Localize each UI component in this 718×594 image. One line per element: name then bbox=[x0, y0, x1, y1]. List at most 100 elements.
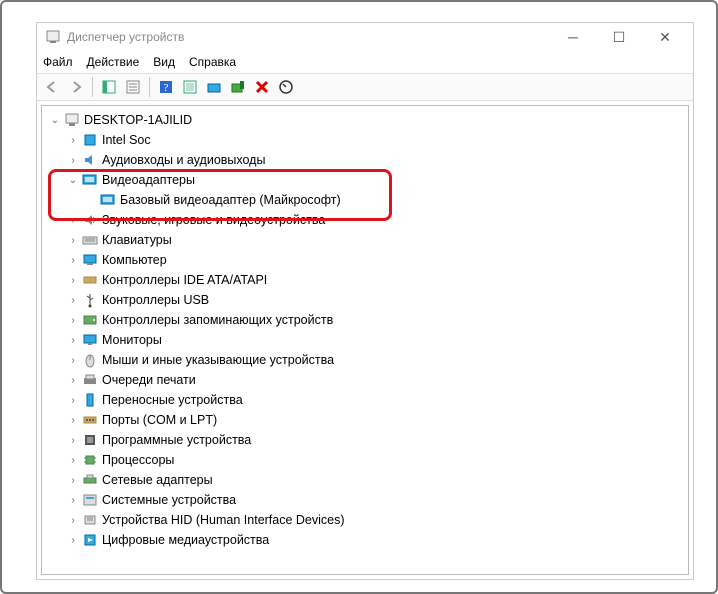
computer-icon bbox=[64, 112, 80, 128]
tree-item-ide[interactable]: › Контроллеры IDE ATA/ATAPI bbox=[48, 270, 682, 290]
toolbar: ? bbox=[37, 73, 693, 101]
display-adapter-icon bbox=[100, 192, 116, 208]
update-driver-button[interactable] bbox=[203, 76, 225, 98]
ports-icon bbox=[82, 412, 98, 428]
tree-item-portable[interactable]: › Переносные устройства bbox=[48, 390, 682, 410]
expand-icon[interactable]: › bbox=[66, 155, 80, 166]
show-hide-tree-button[interactable] bbox=[98, 76, 120, 98]
software-icon bbox=[82, 432, 98, 448]
expand-icon[interactable]: › bbox=[66, 335, 80, 346]
menu-action[interactable]: Действие bbox=[87, 55, 140, 69]
expand-icon[interactable]: › bbox=[66, 235, 80, 246]
expand-icon[interactable]: › bbox=[66, 215, 80, 226]
tree-item-usb[interactable]: › Контроллеры USB bbox=[48, 290, 682, 310]
forward-button[interactable] bbox=[65, 76, 87, 98]
tree-item-video-adapters[interactable]: ⌄ Видеоадаптеры bbox=[48, 170, 682, 190]
usb-icon bbox=[82, 292, 98, 308]
keyboard-icon bbox=[82, 232, 98, 248]
tree-root[interactable]: ⌄ DESKTOP-1AJILID bbox=[48, 110, 682, 130]
tree-item-processors[interactable]: › Процессоры bbox=[48, 450, 682, 470]
back-button[interactable] bbox=[41, 76, 63, 98]
tree-label: Компьютер bbox=[102, 253, 167, 267]
app-icon bbox=[45, 29, 61, 45]
tree-item-mice[interactable]: › Мыши и иные указывающие устройства bbox=[48, 350, 682, 370]
speaker-icon bbox=[82, 212, 98, 228]
collapse-icon[interactable]: ⌄ bbox=[66, 175, 80, 186]
uninstall-button[interactable] bbox=[227, 76, 249, 98]
svg-text:?: ? bbox=[164, 82, 169, 94]
tree-label: Контроллеры IDE ATA/ATAPI bbox=[102, 273, 267, 287]
expand-icon[interactable]: › bbox=[66, 435, 80, 446]
close-button[interactable]: ✕ bbox=[651, 29, 679, 46]
network-icon bbox=[82, 472, 98, 488]
portable-icon bbox=[82, 392, 98, 408]
expand-icon[interactable]: › bbox=[66, 295, 80, 306]
tree-item-network[interactable]: › Сетевые адаптеры bbox=[48, 470, 682, 490]
cpu-icon bbox=[82, 452, 98, 468]
expand-icon[interactable]: › bbox=[66, 375, 80, 386]
tree-label: Цифровые медиаустройства bbox=[102, 533, 269, 547]
tree-label: Базовый видеоадаптер (Майкрософт) bbox=[120, 193, 341, 207]
expand-icon[interactable]: › bbox=[66, 355, 80, 366]
help-button[interactable]: ? bbox=[155, 76, 177, 98]
tree-label: Контроллеры запоминающих устройств bbox=[102, 313, 333, 327]
menu-view[interactable]: Вид bbox=[153, 55, 175, 69]
hid-icon bbox=[82, 512, 98, 528]
tree-item-print-queues[interactable]: › Очереди печати bbox=[48, 370, 682, 390]
tree-label: Мыши и иные указывающие устройства bbox=[102, 353, 334, 367]
menubar: Файл Действие Вид Справка bbox=[37, 51, 693, 73]
printer-icon bbox=[82, 372, 98, 388]
tree-label: Аудиовходы и аудиовыходы bbox=[102, 153, 265, 167]
tree-label: Intel Soc bbox=[102, 133, 151, 147]
tree-item-monitors[interactable]: › Мониторы bbox=[48, 330, 682, 350]
disable-button[interactable] bbox=[251, 76, 273, 98]
scan-button[interactable] bbox=[179, 76, 201, 98]
maximize-button[interactable]: ☐ bbox=[605, 29, 633, 46]
enable-button[interactable] bbox=[275, 76, 297, 98]
tree-item-basic-display[interactable]: › Базовый видеоадаптер (Майкрософт) bbox=[48, 190, 682, 210]
properties-button[interactable] bbox=[122, 76, 144, 98]
minimize-button[interactable]: ─ bbox=[559, 29, 587, 45]
expand-icon[interactable]: › bbox=[66, 275, 80, 286]
expand-icon[interactable]: › bbox=[66, 475, 80, 486]
display-adapter-icon bbox=[82, 172, 98, 188]
storage-icon bbox=[82, 312, 98, 328]
tree-item-keyboards[interactable]: › Клавиатуры bbox=[48, 230, 682, 250]
collapse-icon[interactable]: ⌄ bbox=[48, 115, 62, 126]
tree-item-computer[interactable]: › Компьютер bbox=[48, 250, 682, 270]
expand-icon[interactable]: › bbox=[66, 535, 80, 546]
expand-icon[interactable]: › bbox=[66, 495, 80, 506]
tree-item-intel-soc[interactable]: › Intel Soc bbox=[48, 130, 682, 150]
tree-item-digital-media[interactable]: › Цифровые медиаустройства bbox=[48, 530, 682, 550]
expand-icon[interactable]: › bbox=[66, 135, 80, 146]
tree-item-software-devices[interactable]: › Программные устройства bbox=[48, 430, 682, 450]
tree-item-hid[interactable]: › Устройства HID (Human Interface Device… bbox=[48, 510, 682, 530]
expand-icon[interactable]: › bbox=[66, 515, 80, 526]
expand-icon[interactable]: › bbox=[66, 455, 80, 466]
tree-item-ports[interactable]: › Порты (COM и LPT) bbox=[48, 410, 682, 430]
tree-label: Очереди печати bbox=[102, 373, 196, 387]
tree-label: Устройства HID (Human Interface Devices) bbox=[102, 513, 345, 527]
ide-icon bbox=[82, 272, 98, 288]
tree-item-sound[interactable]: › Звуковые, игровые и видеоустройства bbox=[48, 210, 682, 230]
tree-item-system[interactable]: › Системные устройства bbox=[48, 490, 682, 510]
menu-file[interactable]: Файл bbox=[43, 55, 73, 69]
expand-icon[interactable]: › bbox=[66, 395, 80, 406]
tree-label: Сетевые адаптеры bbox=[102, 473, 213, 487]
menu-help[interactable]: Справка bbox=[189, 55, 236, 69]
expand-icon[interactable]: › bbox=[66, 255, 80, 266]
tree-label: Переносные устройства bbox=[102, 393, 243, 407]
tree-item-storage-controllers[interactable]: › Контроллеры запоминающих устройств bbox=[48, 310, 682, 330]
tree-label: Программные устройства bbox=[102, 433, 251, 447]
expand-icon[interactable]: › bbox=[66, 315, 80, 326]
device-manager-window: Диспетчер устройств ─ ☐ ✕ Файл Действие … bbox=[36, 22, 694, 580]
tree-label: Порты (COM и LPT) bbox=[102, 413, 217, 427]
toolbar-sep bbox=[92, 77, 93, 97]
mouse-icon bbox=[82, 352, 98, 368]
tree-root-label: DESKTOP-1AJILID bbox=[84, 113, 192, 127]
tree-label: Контроллеры USB bbox=[102, 293, 209, 307]
expand-icon[interactable]: › bbox=[66, 415, 80, 426]
device-tree[interactable]: ⌄ DESKTOP-1AJILID › Intel Soc › Аудиовхо… bbox=[41, 105, 689, 575]
tree-item-audio[interactable]: › Аудиовходы и аудиовыходы bbox=[48, 150, 682, 170]
audio-icon bbox=[82, 152, 98, 168]
